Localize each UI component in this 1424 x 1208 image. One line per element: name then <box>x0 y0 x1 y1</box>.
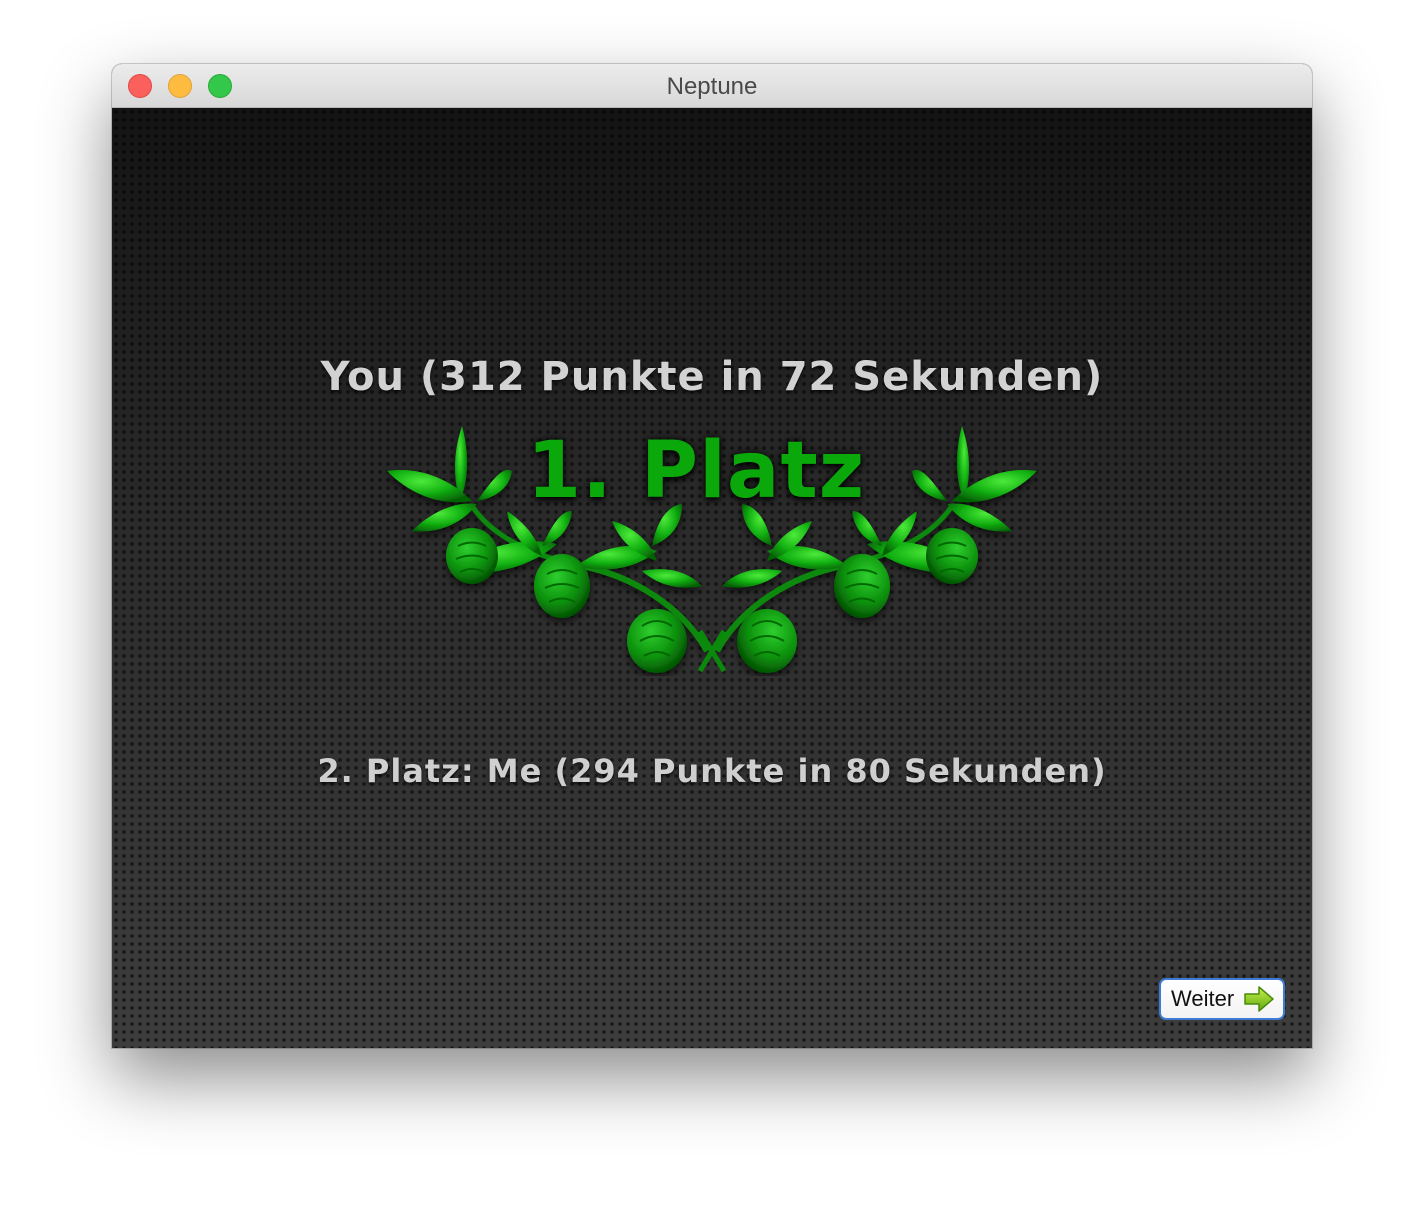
next-button[interactable]: Weiter <box>1159 978 1285 1020</box>
next-button-label: Weiter <box>1171 986 1235 1011</box>
runner-up-score-text: 2. Platz: Me (294 Punkte in 80 Sekunden) <box>317 752 1107 790</box>
results-panel: You (312 Punkte in 72 Sekunden) 1. Platz… <box>112 108 1312 1048</box>
app-window: Neptune You (312 Punkte in 72 Sekunden) <box>112 64 1312 1048</box>
winner-score-text: You (312 Punkte in 72 Sekunden) <box>320 354 1104 400</box>
arrow-right-icon <box>1244 986 1274 1012</box>
title-bar[interactable]: Neptune <box>112 64 1312 108</box>
first-place-label: 1. Platz <box>526 426 866 516</box>
window-title: Neptune <box>666 73 758 100</box>
